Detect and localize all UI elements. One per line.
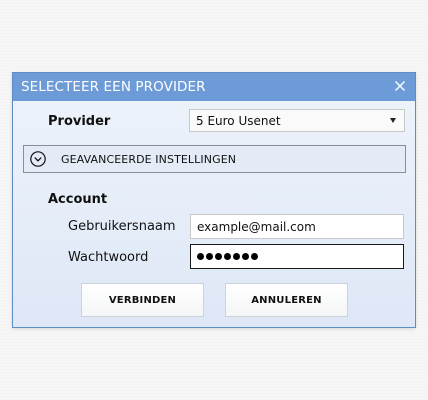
dialog-titlebar: SELECTEER EEN PROVIDER [13, 73, 415, 101]
select-provider-dialog: SELECTEER EEN PROVIDER Provider 5 Euro U… [12, 72, 416, 328]
provider-label: Provider [48, 114, 111, 129]
username-field[interactable] [190, 214, 404, 239]
password-label: Wachtwoord [68, 250, 149, 265]
cancel-button[interactable]: ANNULEREN [225, 283, 348, 317]
dropdown-arrow-icon [390, 118, 396, 123]
username-label: Gebruikersnaam [68, 219, 176, 234]
chevron-down-circle-icon [30, 151, 46, 167]
provider-selected-value: 5 Euro Usenet [196, 114, 281, 128]
password-field[interactable] [190, 244, 404, 269]
account-heading: Account [48, 192, 108, 207]
password-mask [197, 253, 258, 260]
dialog-title: SELECTEER EEN PROVIDER [21, 79, 206, 95]
advanced-settings-label: GEAVANCEERDE INSTELLINGEN [61, 153, 237, 166]
close-icon[interactable] [391, 77, 409, 95]
advanced-settings-expander[interactable]: GEAVANCEERDE INSTELLINGEN [23, 145, 406, 173]
connect-button[interactable]: VERBINDEN [81, 283, 204, 317]
screen: SELECTEER EEN PROVIDER Provider 5 Euro U… [0, 0, 428, 400]
provider-dropdown[interactable]: 5 Euro Usenet [189, 109, 405, 132]
